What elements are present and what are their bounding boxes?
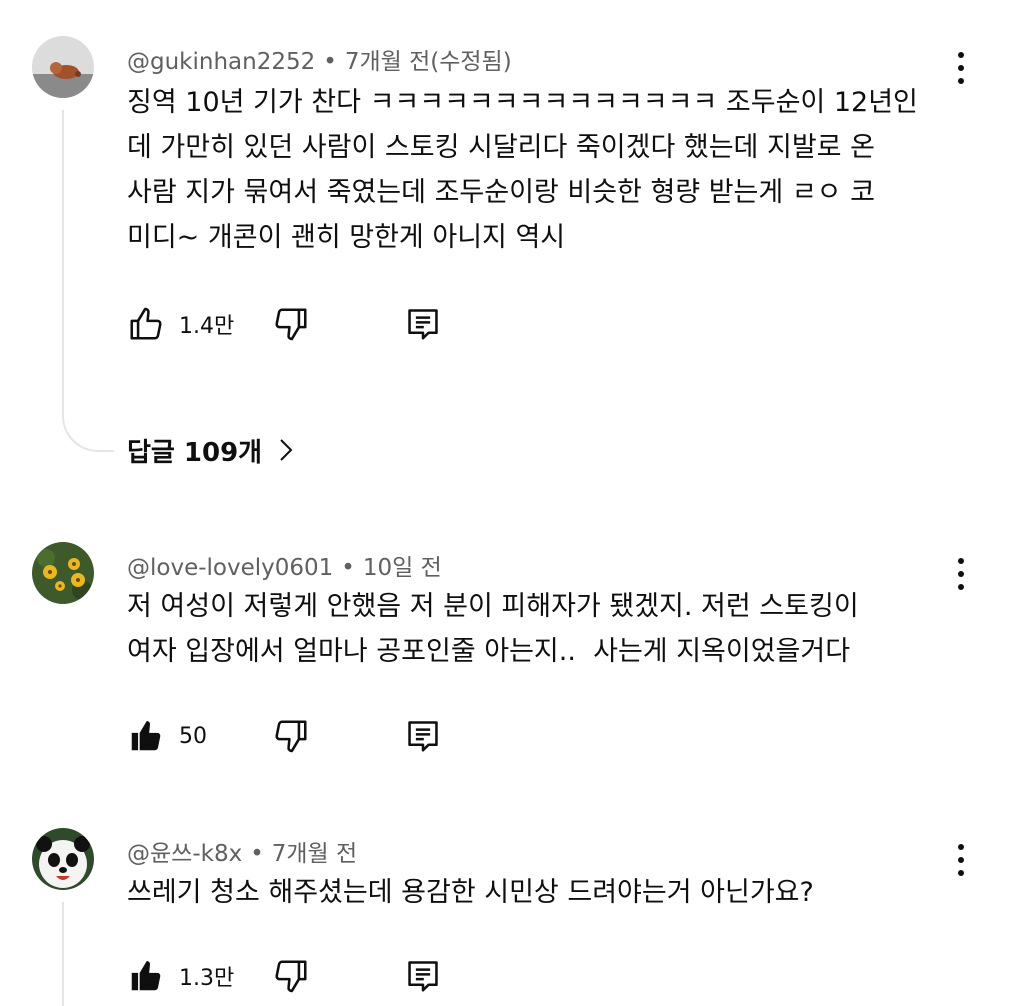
avatar[interactable]	[32, 828, 94, 890]
chevron-right-icon	[280, 439, 293, 461]
comment-text: 쓰레기 청소 해주셨는데 용감한 시민상 드려야는거 아닌가요?	[127, 877, 814, 908]
comment-reply-icon	[408, 961, 438, 992]
like-button[interactable]: 1.4만	[127, 302, 234, 346]
timestamp[interactable]: 7개월 전	[272, 841, 357, 867]
comment-meta: @love-lovely0601 • 10일 전	[127, 548, 442, 582]
separator-dot: •	[341, 555, 355, 581]
thumbs-up-icon	[130, 307, 162, 340]
timestamp[interactable]: 7개월 전(수정됨)	[345, 49, 512, 75]
author-name[interactable]: @love-lovely0601	[127, 555, 333, 581]
thumbs-down-icon	[275, 960, 307, 993]
comment-text: 징역 10년 기가 찬다 ㅋㅋㅋㅋㅋㅋㅋㅋㅋㅋㅋㅋㅋㅋ 조두순이 12년인 데 …	[127, 87, 918, 253]
author-name[interactable]: @gukinhan2252	[127, 49, 315, 75]
thread-line	[62, 110, 64, 410]
like-count: 1.3만	[179, 966, 235, 991]
like-button[interactable]: 50	[127, 714, 207, 758]
comment-actions: 50	[127, 714, 627, 758]
comment-meta: @gukinhan2252 • 7개월 전(수정됨)	[127, 42, 512, 76]
thumbs-up-icon	[131, 960, 161, 991]
comment-meta: @윤쓰-k8x • 7개월 전	[127, 834, 357, 868]
reply-button[interactable]	[404, 302, 442, 346]
reply-button[interactable]	[404, 954, 442, 998]
separator-dot: •	[323, 49, 337, 75]
thumbs-up-icon	[131, 720, 161, 751]
avatar[interactable]	[32, 542, 94, 604]
reply-button[interactable]	[404, 714, 442, 758]
avatar[interactable]	[32, 36, 94, 98]
comment-reply-icon	[408, 309, 438, 340]
thread-curve	[62, 410, 114, 452]
comment-text: 저 여성이 저렇게 안했음 저 분이 피해자가 됐겠지. 저런 스토킹이 여자 …	[127, 591, 859, 667]
comment-1: @gukinhan2252 • 7개월 전(수정됨) 징역 10년 기가 찬다 ㅋㅋ…	[0, 0, 1024, 500]
dislike-button[interactable]	[272, 714, 310, 758]
comment-actions: 1.4만	[127, 302, 627, 346]
view-replies-button[interactable]: 답글 109개	[127, 428, 294, 472]
thumbs-down-icon	[275, 308, 307, 341]
author-name[interactable]: @윤쓰-k8x	[127, 841, 242, 867]
thumbs-down-icon	[275, 720, 307, 753]
dislike-button[interactable]	[272, 302, 310, 346]
dislike-button[interactable]	[272, 954, 310, 998]
timestamp[interactable]: 10일 전	[363, 555, 442, 581]
like-button[interactable]: 1.3만	[127, 954, 234, 998]
replies-label: 답글 109개	[127, 437, 263, 468]
separator-dot: •	[250, 841, 264, 867]
like-count: 1.4만	[179, 314, 235, 339]
like-count: 50	[179, 723, 207, 749]
thread-line	[62, 902, 64, 1006]
comment-actions: 1.3만	[127, 954, 627, 998]
comment-reply-icon	[408, 721, 438, 752]
